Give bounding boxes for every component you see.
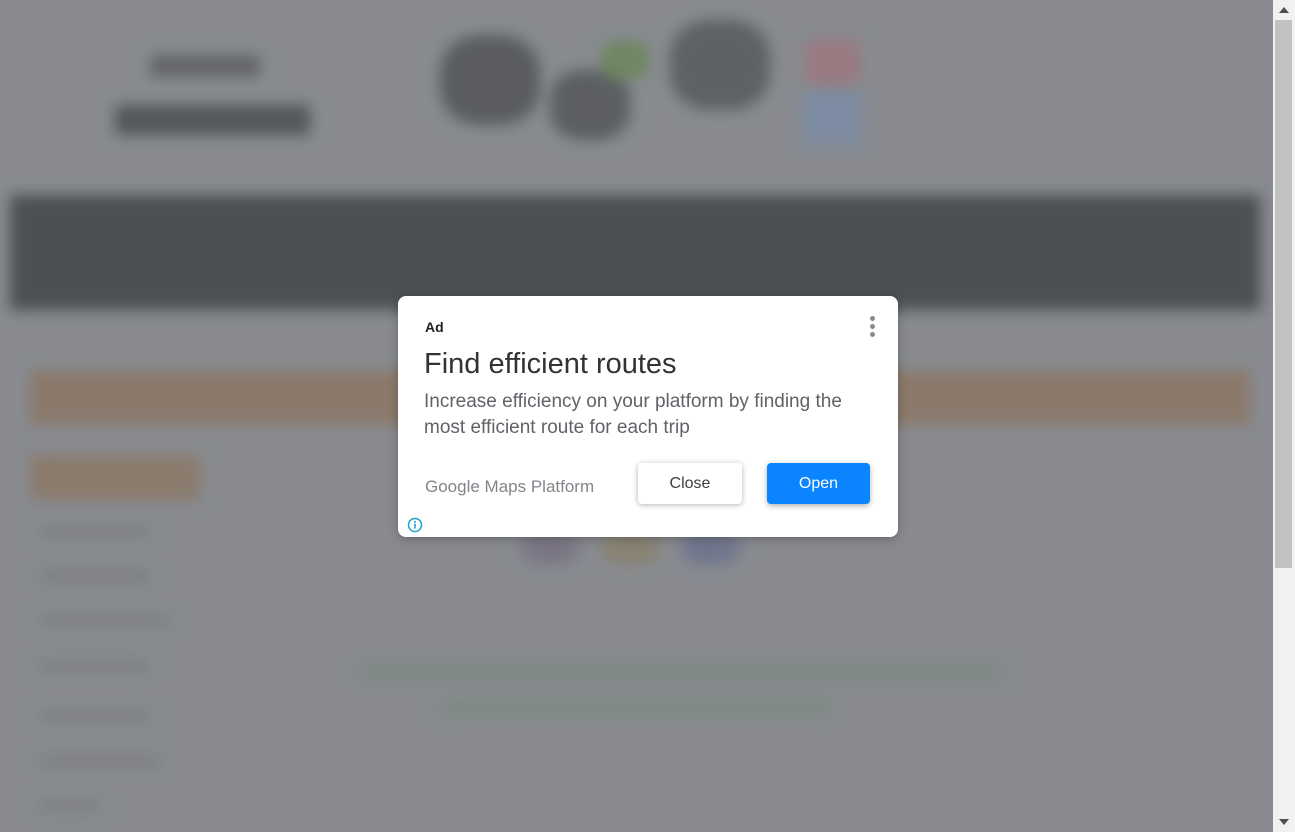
arrow-down-icon[interactable] bbox=[1273, 812, 1295, 832]
scrollbar-thumb[interactable] bbox=[1275, 20, 1292, 568]
ad-dialog: Ad Find efficient routes Increase effici… bbox=[398, 296, 898, 537]
ad-advertiser[interactable]: Google Maps Platform bbox=[425, 477, 594, 497]
vertical-scrollbar[interactable] bbox=[1273, 0, 1295, 832]
open-button[interactable]: Open bbox=[767, 463, 870, 504]
info-icon[interactable] bbox=[407, 517, 423, 533]
arrow-up-icon[interactable] bbox=[1273, 0, 1295, 20]
page-viewport: Ad Find efficient routes Increase effici… bbox=[0, 0, 1273, 832]
kebab-menu-icon[interactable] bbox=[864, 314, 882, 340]
ad-badge: Ad bbox=[425, 319, 444, 335]
close-button[interactable]: Close bbox=[638, 463, 742, 504]
ad-description: Increase efficiency on your platform by … bbox=[424, 391, 842, 438]
ad-title: Find efficient routes bbox=[424, 348, 677, 380]
